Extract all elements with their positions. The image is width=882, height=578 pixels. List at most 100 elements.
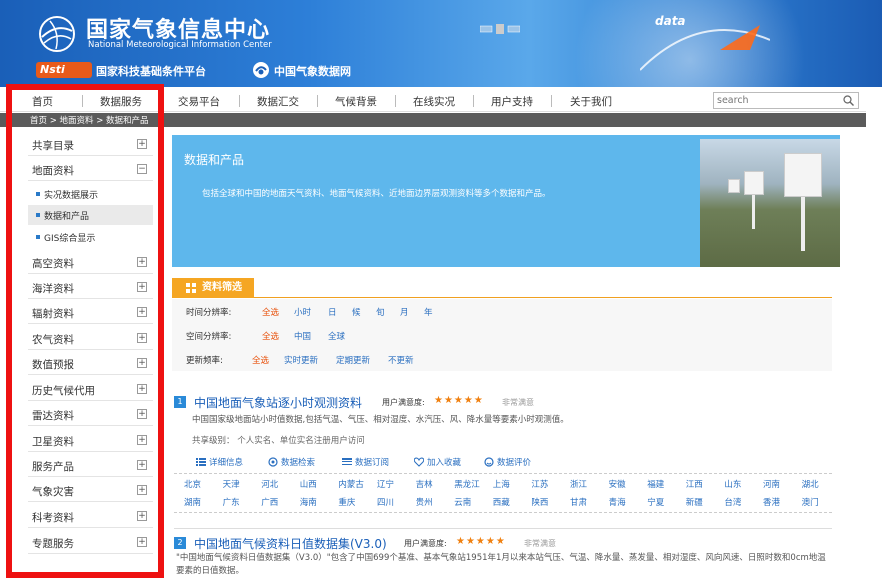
region-link[interactable]: 广东: [223, 496, 240, 508]
filter-option[interactable]: 小时: [294, 306, 311, 318]
region-link[interactable]: 辽宁: [377, 478, 394, 490]
breadcrumb[interactable]: 首页 > 地面资料 > 数据和产品: [30, 114, 149, 126]
sidebar-item-radar[interactable]: 雷达资料 +: [28, 402, 153, 426]
region-link[interactable]: 江苏: [531, 478, 548, 490]
sidebar-item-ocean[interactable]: 海洋资料 +: [28, 275, 153, 299]
favorite-button[interactable]: 加入收藏: [414, 456, 461, 468]
filter-option[interactable]: 定期更新: [336, 354, 370, 366]
expand-icon[interactable]: +: [137, 307, 147, 317]
nav-home[interactable]: 首页: [32, 94, 53, 109]
sidebar-item-radiation[interactable]: 辐射资料 +: [28, 300, 153, 324]
filter-option[interactable]: 候: [352, 306, 361, 318]
region-link[interactable]: 海南: [300, 496, 317, 508]
expand-icon[interactable]: +: [137, 537, 147, 547]
sidebar-item-topic-service[interactable]: 专题服务 +: [28, 530, 153, 554]
filter-option[interactable]: 全选: [262, 306, 279, 318]
expand-icon[interactable]: +: [137, 409, 147, 419]
region-link[interactable]: 云南: [454, 496, 471, 508]
search-data-button[interactable]: 数据检索: [268, 456, 315, 468]
expand-icon[interactable]: +: [137, 333, 147, 343]
expand-icon[interactable]: +: [137, 358, 147, 368]
expand-icon[interactable]: +: [137, 485, 147, 495]
sidebar-item-surface-data[interactable]: 地面资料 −: [28, 157, 153, 181]
sidebar-subitem-live-display[interactable]: 实况数据展示: [28, 184, 153, 204]
filter-option[interactable]: 中国: [294, 330, 311, 342]
region-link[interactable]: 福建: [647, 478, 664, 490]
region-link[interactable]: 重庆: [338, 496, 355, 508]
expand-icon[interactable]: +: [137, 282, 147, 292]
sidebar-item-agro[interactable]: 农气资料 +: [28, 326, 153, 350]
search-input[interactable]: [714, 93, 834, 108]
region-link[interactable]: 山西: [300, 478, 317, 490]
region-link[interactable]: 甘肃: [570, 496, 587, 508]
rate-button[interactable]: 数据评价: [484, 456, 531, 468]
search-icon[interactable]: [843, 95, 854, 106]
expand-icon[interactable]: +: [137, 384, 147, 394]
region-link[interactable]: 内蒙古: [338, 478, 364, 490]
globe-logo-icon[interactable]: [36, 13, 78, 55]
sidebar-subitem-gis[interactable]: GIS综合显示: [28, 227, 153, 247]
region-link[interactable]: 北京: [184, 478, 201, 490]
filter-option[interactable]: 全选: [252, 354, 269, 366]
sidebar-item-satellite[interactable]: 卫星资料 +: [28, 428, 153, 452]
nav-climate-background[interactable]: 气候背景: [335, 94, 377, 109]
sidebar-item-upper-air[interactable]: 高空资料 +: [28, 250, 153, 274]
region-link[interactable]: 广西: [261, 496, 278, 508]
region-link[interactable]: 湖北: [802, 478, 819, 490]
sidebar-item-expedition[interactable]: 科考资料 +: [28, 504, 153, 528]
region-link[interactable]: 新疆: [686, 496, 703, 508]
filter-option[interactable]: 全球: [328, 330, 345, 342]
detail-button[interactable]: 详细信息: [196, 456, 243, 468]
filter-option[interactable]: 不更新: [388, 354, 414, 366]
sidebar-item-service-products[interactable]: 服务产品 +: [28, 453, 153, 477]
share-level: 共享级别： 个人实名、单位实名注册用户访问: [192, 436, 365, 446]
region-link[interactable]: 上海: [493, 478, 510, 490]
expand-icon[interactable]: +: [137, 435, 147, 445]
region-link[interactable]: 青海: [609, 496, 626, 508]
sidebar-item-share-catalog[interactable]: 共享目录 +: [28, 132, 153, 156]
nav-user-support[interactable]: 用户支持: [491, 94, 533, 109]
region-link[interactable]: 湖南: [184, 496, 201, 508]
subscribe-button[interactable]: 数据订阅: [342, 456, 389, 468]
region-link[interactable]: 黑龙江: [454, 478, 480, 490]
filter-option[interactable]: 全选: [262, 330, 279, 342]
region-link[interactable]: 香港: [763, 496, 780, 508]
nav-data-collection[interactable]: 数据汇交: [257, 94, 299, 109]
nav-about-us[interactable]: 关于我们: [570, 94, 612, 109]
region-link[interactable]: 澳门: [802, 496, 819, 508]
region-link[interactable]: 浙江: [570, 478, 587, 490]
region-link[interactable]: 贵州: [416, 496, 433, 508]
sidebar-item-paleoclimate[interactable]: 历史气候代用 +: [28, 377, 153, 401]
filter-option[interactable]: 年: [424, 306, 433, 318]
region-link[interactable]: 陕西: [531, 496, 548, 508]
sidebar-item-disasters[interactable]: 气象灾害 +: [28, 478, 153, 502]
region-link[interactable]: 河南: [763, 478, 780, 490]
expand-icon[interactable]: +: [137, 511, 147, 521]
region-link[interactable]: 西藏: [493, 496, 510, 508]
region-link[interactable]: 四川: [377, 496, 394, 508]
expand-icon[interactable]: +: [137, 139, 147, 149]
expand-icon[interactable]: +: [137, 460, 147, 470]
region-link[interactable]: 吉林: [416, 478, 433, 490]
region-link[interactable]: 江西: [686, 478, 703, 490]
expand-icon[interactable]: +: [137, 257, 147, 267]
filter-option[interactable]: 实时更新: [284, 354, 318, 366]
search-box: [713, 92, 859, 109]
nav-live-obs[interactable]: 在线实况: [413, 94, 455, 109]
sidebar-item-nwp[interactable]: 数值预报 +: [28, 351, 153, 375]
dataset-title-link[interactable]: 中国地面气象站逐小时观测资料: [194, 394, 362, 411]
region-link[interactable]: 河北: [261, 478, 278, 490]
nav-data-service[interactable]: 数据服务: [100, 94, 142, 109]
region-link[interactable]: 安徽: [609, 478, 626, 490]
region-link[interactable]: 山东: [724, 478, 741, 490]
dataset-title-link[interactable]: 中国地面气候资料日值数据集(V3.0): [194, 535, 387, 552]
region-link[interactable]: 台湾: [724, 496, 741, 508]
sidebar-subitem-data-products[interactable]: 数据和产品: [28, 205, 153, 225]
filter-option[interactable]: 日: [328, 306, 337, 318]
nav-trade-platform[interactable]: 交易平台: [178, 94, 220, 109]
region-link[interactable]: 天津: [223, 478, 240, 490]
filter-option[interactable]: 月: [400, 306, 409, 318]
collapse-icon[interactable]: −: [137, 164, 147, 174]
region-link[interactable]: 宁夏: [647, 496, 664, 508]
filter-option[interactable]: 旬: [376, 306, 385, 318]
